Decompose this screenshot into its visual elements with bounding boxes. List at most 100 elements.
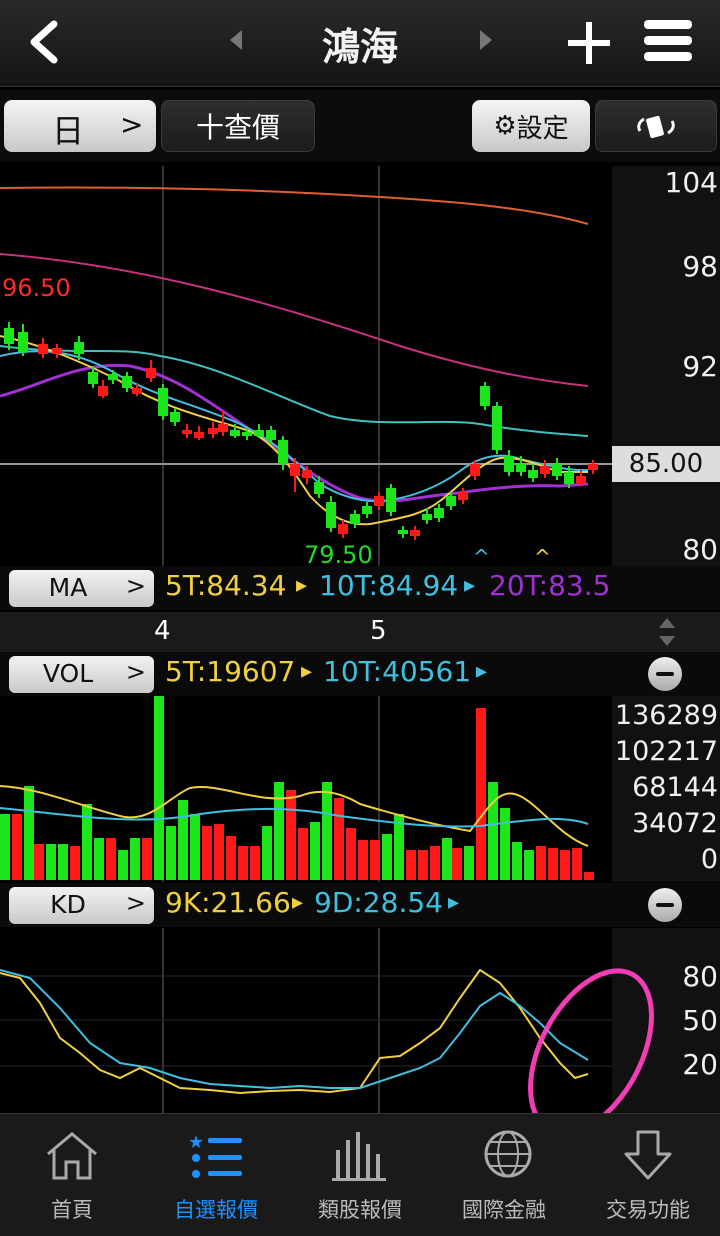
candle-body: [588, 464, 598, 470]
y-axis-label: 98: [682, 250, 718, 283]
settings-button[interactable]: ⚙ 設定: [472, 100, 590, 152]
y-axis-label: 104: [664, 166, 718, 199]
tab-label: 首頁: [51, 1198, 93, 1222]
tab-watchlist[interactable]: ★ 自選報價: [144, 1114, 288, 1236]
candle-body: [290, 464, 300, 476]
volume-bar: [488, 782, 498, 880]
tab-home[interactable]: 首頁: [0, 1114, 144, 1236]
candle-body: [410, 530, 420, 536]
prev-stock-icon[interactable]: [226, 28, 246, 52]
home-icon: [47, 1132, 97, 1180]
tab-label: 自選報價: [174, 1198, 258, 1222]
tab-trading[interactable]: 交易功能: [576, 1114, 720, 1236]
d-value: 9D:28.54: [314, 886, 443, 919]
volume-bar: [358, 840, 368, 880]
y-axis-label: 92: [682, 350, 718, 383]
volume-bar: [500, 808, 510, 880]
arrow-marker-icon: ▸: [301, 659, 313, 684]
resize-handle-icon[interactable]: [656, 616, 678, 648]
kd-y-label: 50: [682, 1004, 718, 1037]
tab-label: 類股報價: [318, 1198, 402, 1222]
arrow-marker-icon: ▸: [448, 890, 460, 915]
kd-button-label: KD: [50, 890, 86, 919]
candle-body: [576, 476, 586, 484]
high-price-label: 96.50: [2, 274, 71, 302]
vol-button-label: VOL: [42, 659, 94, 688]
list-icon: ★: [188, 1132, 242, 1178]
volume-bar: [274, 782, 284, 880]
period-selector-button[interactable]: 日 >: [4, 100, 156, 152]
volume-bar: [202, 826, 212, 880]
candle-body: [132, 388, 142, 394]
date-axis: 4 5: [0, 612, 720, 652]
candle-body: [74, 342, 84, 354]
tab-label: 交易功能: [606, 1198, 690, 1222]
vol-selector-button[interactable]: VOL >: [9, 656, 154, 693]
date-tick-label: 5: [370, 616, 387, 646]
volume-bar: [346, 828, 356, 880]
volume-bar: [130, 838, 140, 880]
rotate-screen-button[interactable]: [595, 100, 717, 152]
volume-bar: [142, 838, 152, 880]
kd-selector-button[interactable]: KD >: [9, 887, 154, 924]
collapse-kd-button[interactable]: [648, 888, 682, 922]
tab-international-finance[interactable]: 國際金融: [432, 1114, 576, 1236]
candle-body: [218, 424, 228, 432]
bottom-tab-bar: 首頁 ★ 自選報價 類股報價 國際金融 交易功能: [0, 1113, 720, 1236]
candle-body: [242, 432, 252, 436]
arrow-marker-icon: ▸: [464, 573, 476, 598]
volume-bar: [12, 814, 22, 880]
kd-y-label: 20: [682, 1048, 718, 1081]
add-icon[interactable]: [566, 20, 612, 66]
candle-body: [314, 482, 324, 494]
volume-bar: [572, 848, 582, 880]
candle-body: [230, 430, 240, 436]
candle-body: [266, 430, 276, 440]
k-value: 9K:21.66: [165, 886, 291, 919]
candle-body: [208, 428, 218, 434]
gear-icon: ⚙: [493, 111, 517, 141]
candle-body: [528, 470, 538, 478]
volume-bar: [430, 846, 440, 880]
kd-y-label: 80: [682, 960, 718, 993]
arrow-marker-icon: ▸: [476, 659, 488, 684]
chevron-right-icon: >: [120, 108, 144, 141]
vol-y-label: 102217: [614, 736, 718, 767]
settings-label: 設定: [516, 113, 569, 144]
kd-chart[interactable]: [0, 928, 720, 1113]
volume-chart[interactable]: [0, 696, 612, 882]
query-price-button[interactable]: 十查價: [161, 100, 315, 152]
candle-body: [492, 406, 502, 450]
candle-body: [470, 464, 480, 476]
signal-marker: ^: [473, 545, 490, 566]
current-price-badge: 85.00: [612, 446, 720, 482]
collapse-vol-button[interactable]: [648, 657, 682, 691]
volume-bar: [214, 824, 224, 880]
back-arrow-icon[interactable]: [26, 18, 62, 66]
volume-bar: [322, 782, 332, 880]
menu-icon[interactable]: [644, 18, 692, 64]
chevron-right-icon: >: [125, 889, 146, 917]
nav-header: 鴻海: [0, 0, 720, 87]
candle-body: [480, 386, 490, 406]
volume-bar: [178, 800, 188, 880]
vol-y-label: 136289: [614, 700, 718, 731]
volume-bar: [382, 834, 392, 880]
k-line: [0, 968, 589, 1095]
volume-bar: [24, 786, 34, 880]
candle-body: [254, 430, 264, 436]
d-line: [0, 969, 589, 1090]
candle-body: [422, 514, 432, 520]
price-chart[interactable]: 96.50 79.50 ^ ^: [0, 166, 720, 566]
candle-body: [350, 514, 360, 524]
volume-bar: [476, 708, 486, 880]
ma-selector-button[interactable]: MA >: [9, 570, 154, 607]
candle-body: [338, 524, 348, 534]
volume-bar: [524, 850, 534, 880]
volume-bar: [166, 826, 176, 880]
vol-ma10-value: 10T:40561: [323, 655, 472, 688]
bar-chart-icon: [332, 1132, 386, 1181]
tab-sector-quotes[interactable]: 類股報價: [288, 1114, 432, 1236]
volume-bar: [418, 850, 428, 880]
next-stock-icon[interactable]: [476, 28, 496, 52]
